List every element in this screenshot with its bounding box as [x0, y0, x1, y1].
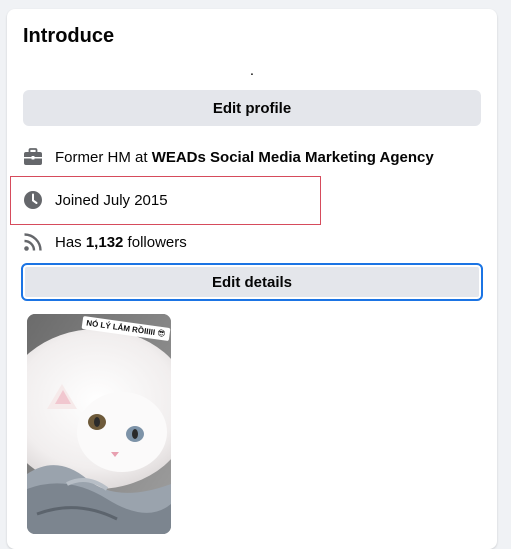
featured-photo[interactable]: NÓ LÝ LẮM RỒIIIII 😎 — [27, 314, 171, 534]
cat-photo-image — [27, 314, 171, 534]
work-row: Former HM at WEADs Social Media Marketin… — [23, 145, 481, 169]
edit-details-button[interactable]: Edit details — [21, 263, 483, 301]
briefcase-icon — [23, 147, 43, 167]
joined-row: Joined July 2015 — [23, 188, 481, 212]
followers-row: Has 1,132 followers — [23, 230, 481, 254]
work-company-link[interactable]: WEADs Social Media Marketing Agency — [152, 149, 434, 166]
followers-count[interactable]: 1,132 — [86, 234, 124, 251]
work-prefix: Former HM at — [55, 148, 152, 166]
joined-text: Joined July 2015 — [55, 191, 168, 209]
edit-profile-button[interactable]: Edit profile — [23, 90, 481, 126]
intro-card: Introduce . Edit profile Former HM at WE… — [7, 9, 497, 549]
followers-prefix: Has — [55, 233, 86, 251]
intro-title: Introduce — [23, 25, 115, 47]
bio-text: . — [249, 62, 255, 79]
followers-suffix: followers — [123, 233, 187, 251]
clock-icon — [23, 190, 43, 210]
rss-feed-icon — [23, 232, 43, 252]
